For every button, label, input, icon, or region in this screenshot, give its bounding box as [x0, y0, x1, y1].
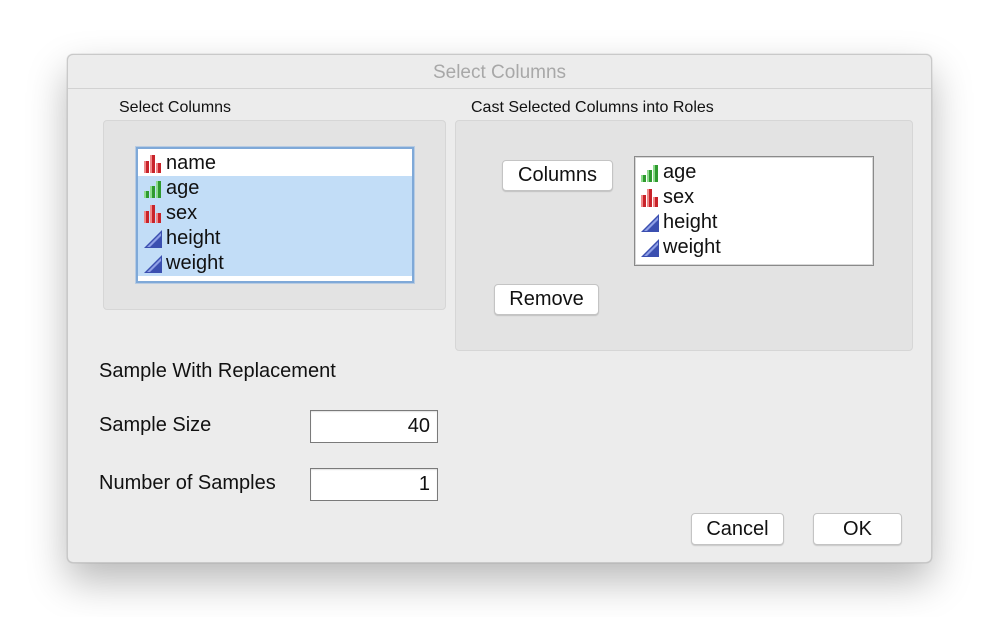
- list-item[interactable]: weight: [635, 235, 873, 260]
- dialog-title: Select Columns: [68, 55, 931, 89]
- columns-role-button[interactable]: Columns: [502, 160, 613, 191]
- roles-panel: Columns age sex height weight Remove: [455, 120, 913, 351]
- role-column-list[interactable]: age sex height weight: [634, 156, 874, 266]
- nominal-icon: [142, 153, 164, 175]
- remove-button[interactable]: Remove: [494, 284, 599, 315]
- number-of-samples-label: Number of Samples: [99, 472, 276, 494]
- number-of-samples-input[interactable]: [310, 468, 438, 501]
- continuous-icon: [639, 237, 661, 259]
- list-item[interactable]: sex: [635, 185, 873, 210]
- sample-size-input[interactable]: [310, 410, 438, 443]
- list-item-label: sex: [166, 202, 198, 224]
- continuous-icon: [142, 253, 164, 275]
- ordinal-icon: [639, 162, 661, 184]
- sample-size-label: Sample Size: [99, 414, 212, 436]
- list-item[interactable]: age: [635, 160, 873, 185]
- list-item-label: weight: [166, 252, 224, 274]
- list-item[interactable]: weight: [138, 251, 412, 276]
- ok-button[interactable]: OK: [813, 513, 902, 545]
- list-item-label: weight: [663, 236, 721, 258]
- ordinal-icon: [142, 178, 164, 200]
- select-columns-panel: name age sex height weight: [103, 120, 446, 310]
- list-item[interactable]: height: [138, 226, 412, 251]
- select-columns-label: Select Columns: [119, 99, 232, 116]
- list-item-label: sex: [663, 186, 695, 208]
- list-item-label: height: [166, 227, 221, 249]
- select-columns-dialog: Select Columns Select Columns name age s…: [67, 54, 932, 563]
- list-item[interactable]: name: [138, 151, 412, 176]
- list-item[interactable]: height: [635, 210, 873, 235]
- continuous-icon: [142, 228, 164, 250]
- cancel-button[interactable]: Cancel: [691, 513, 784, 545]
- list-item-label: age: [663, 161, 697, 183]
- list-item-label: height: [663, 211, 718, 233]
- nominal-icon: [142, 203, 164, 225]
- nominal-icon: [639, 187, 661, 209]
- list-item-label: name: [166, 152, 217, 174]
- sample-with-replacement-heading: Sample With Replacement: [99, 360, 336, 382]
- continuous-icon: [639, 212, 661, 234]
- source-column-list[interactable]: name age sex height weight: [136, 147, 414, 283]
- roles-label: Cast Selected Columns into Roles: [471, 99, 714, 116]
- list-item-label: age: [166, 177, 200, 199]
- list-item[interactable]: sex: [138, 201, 412, 226]
- list-item[interactable]: age: [138, 176, 412, 201]
